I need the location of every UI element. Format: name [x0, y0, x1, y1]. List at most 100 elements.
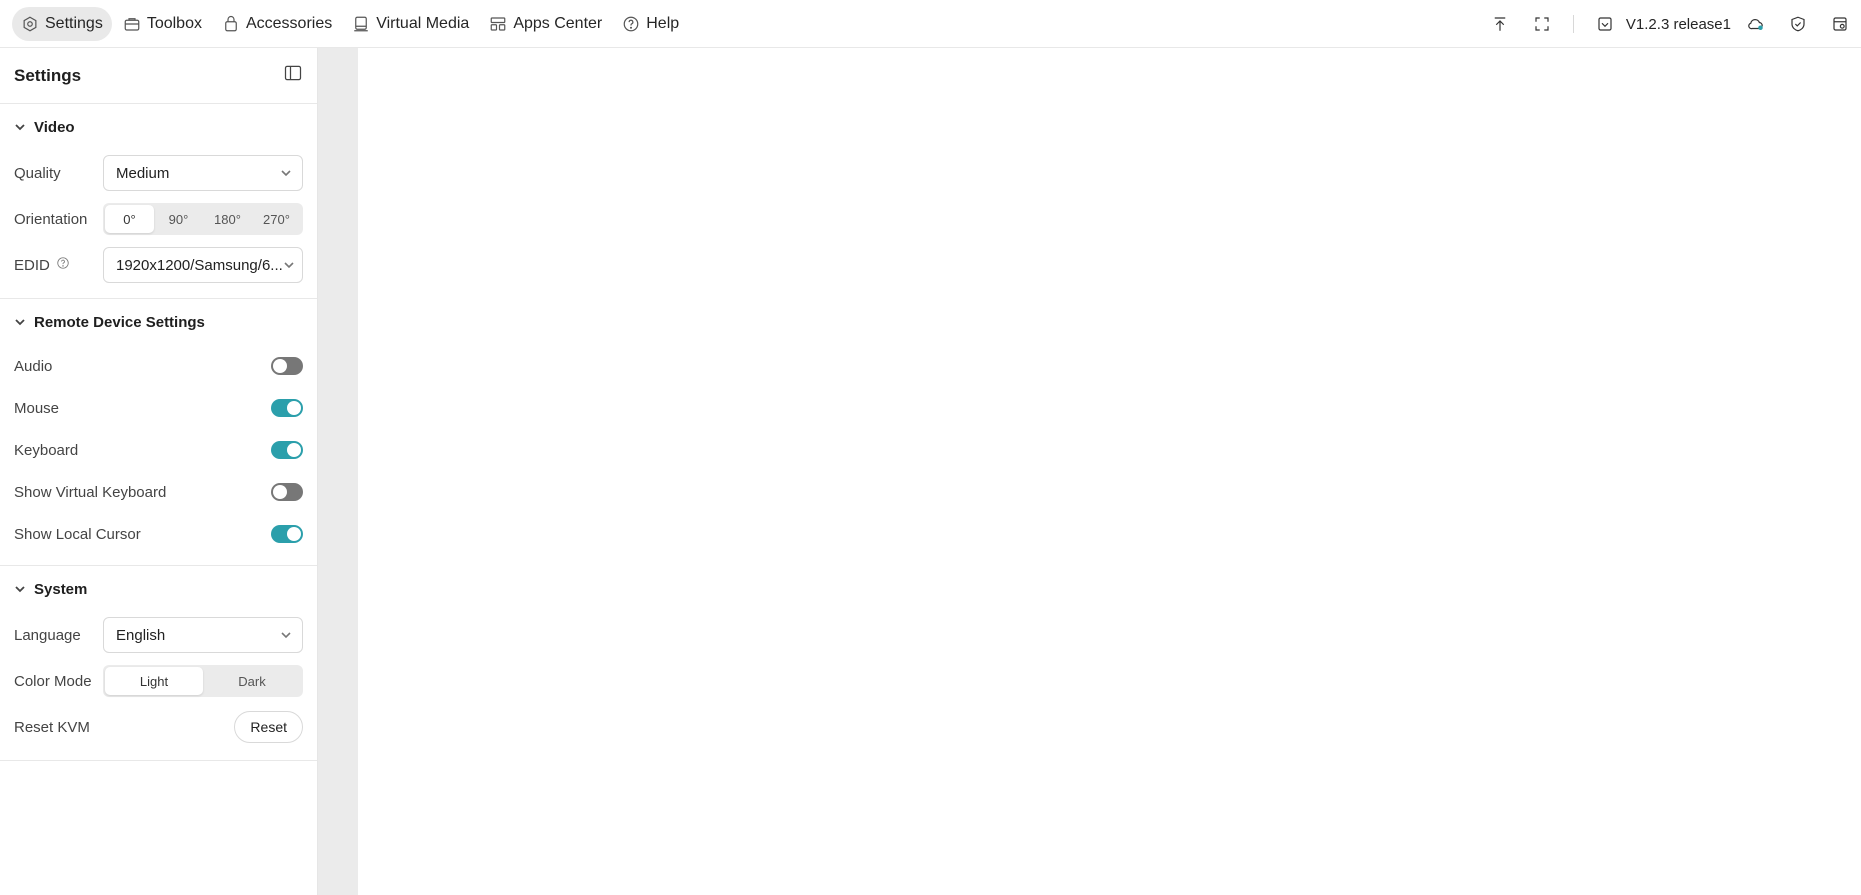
nav-virtual-media-label: Virtual Media [376, 14, 470, 32]
nav-toolbox[interactable]: Toolbox [114, 7, 211, 41]
remote-section-header[interactable]: Remote Device Settings [14, 299, 303, 345]
shield-check-icon [1791, 16, 1805, 32]
system-section: System Language English Color Mode Light… [0, 566, 317, 761]
color-mode-dark[interactable]: Dark [203, 667, 301, 695]
language-row: Language English [14, 612, 303, 658]
top-bar: Settings Toolbox Accessories Virtual Med… [0, 0, 1861, 48]
video-section: Video Quality Medium Orientation 0° 90° … [0, 104, 317, 299]
reset-kvm-label: Reset KVM [14, 718, 90, 736]
sidebar-title: Settings [14, 65, 82, 85]
audio-toggle[interactable] [271, 357, 303, 375]
security-button[interactable] [1777, 0, 1819, 48]
sidebar-collapse-button[interactable] [283, 63, 303, 88]
virtual-keyboard-row: Show Virtual Keyboard [14, 471, 303, 513]
orientation-label: Orientation [14, 210, 88, 228]
language-value: English [116, 626, 166, 644]
nav-accessories[interactable]: Accessories [213, 7, 341, 41]
upload-icon [1494, 17, 1506, 31]
local-cursor-toggle[interactable] [271, 525, 303, 543]
nav-toolbox-label: Toolbox [146, 14, 202, 32]
system-section-title: System [34, 580, 88, 598]
chevron-down-icon [281, 170, 291, 177]
edid-select[interactable]: 1920x1200/Samsung/6... [103, 247, 303, 283]
color-mode-label: Color Mode [14, 672, 92, 690]
nav-virtual-media[interactable]: Virtual Media [343, 7, 478, 41]
fullscreen-button[interactable] [1521, 0, 1563, 48]
keyboard-label: Keyboard [14, 441, 79, 459]
edid-help-button[interactable] [56, 256, 70, 274]
local-cursor-row: Show Local Cursor [14, 513, 303, 555]
version-label: V1.2.3 release1 [1625, 15, 1731, 33]
virtual-media-icon [354, 16, 368, 31]
video-section-title: Video [34, 118, 75, 136]
remote-section-title: Remote Device Settings [34, 313, 205, 331]
cloud-status-button[interactable] [1735, 0, 1777, 48]
chevron-down-icon [281, 632, 291, 639]
mouse-label: Mouse [14, 399, 60, 417]
keyboard-toggle[interactable] [271, 441, 303, 459]
sidebar-header: Settings [0, 48, 317, 104]
quality-select[interactable]: Medium [103, 155, 303, 191]
chevron-down-icon [284, 262, 294, 269]
upload-button[interactable] [1479, 0, 1521, 48]
chevron-down-icon [15, 124, 25, 131]
virtual-keyboard-toggle[interactable] [271, 483, 303, 501]
local-cursor-label: Show Local Cursor [14, 525, 141, 543]
color-mode-segmented-control: Light Dark [103, 665, 303, 697]
edid-value: 1920x1200/Samsung/6... [116, 256, 283, 274]
virtual-keyboard-label: Show Virtual Keyboard [14, 483, 167, 501]
apps-center-icon [490, 16, 506, 31]
chevron-down-icon [15, 586, 25, 593]
question-circle-icon [57, 257, 69, 269]
color-mode-light[interactable]: Light [105, 667, 203, 695]
settings-sidebar: Settings Video Quality Medium Orientatio… [0, 48, 318, 895]
top-nav: Settings Toolbox Accessories Virtual Med… [0, 6, 688, 41]
accessories-icon [225, 15, 237, 31]
notifications-icon [1833, 17, 1847, 31]
orientation-option-0[interactable]: 0° [105, 205, 154, 233]
nav-settings[interactable]: Settings [12, 6, 112, 41]
orientation-option-90[interactable]: 90° [154, 205, 203, 233]
orientation-option-180[interactable]: 180° [203, 205, 252, 233]
audio-row: Audio [14, 345, 303, 387]
edid-row: EDID 1920x1200/Samsung/6... [14, 242, 303, 288]
keyboard-row: Keyboard [14, 429, 303, 471]
edid-label-group: EDID [14, 256, 70, 274]
language-select[interactable]: English [103, 617, 303, 653]
nav-apps-center[interactable]: Apps Center [480, 7, 611, 41]
reset-button[interactable]: Reset [234, 711, 303, 743]
settings-icon [23, 16, 37, 31]
top-right-toolbar: V1.2.3 release1 [1479, 0, 1861, 48]
toolbox-icon [124, 17, 140, 31]
nav-help[interactable]: Help [613, 7, 688, 41]
chevron-down-icon [15, 319, 25, 326]
mouse-toggle[interactable] [271, 399, 303, 417]
nav-apps-center-label: Apps Center [513, 14, 603, 32]
quality-value: Medium [116, 164, 170, 182]
download-check-icon [1598, 17, 1612, 31]
orientation-option-270[interactable]: 270° [252, 205, 301, 233]
panel-left-icon [284, 65, 302, 81]
nav-help-label: Help [646, 14, 680, 32]
nav-settings-label: Settings [45, 14, 103, 32]
fullscreen-icon [1535, 17, 1549, 31]
notifications-button[interactable] [1819, 0, 1861, 48]
orientation-row: Orientation 0° 90° 180° 270° [14, 196, 303, 242]
help-icon [623, 16, 639, 31]
language-label: Language [14, 626, 81, 644]
toolbar-divider [1572, 15, 1574, 33]
download-check-button[interactable] [1584, 0, 1626, 48]
quality-row: Quality Medium [14, 150, 303, 196]
mouse-row: Mouse [14, 387, 303, 429]
color-mode-row: Color Mode Light Dark [14, 658, 303, 704]
video-section-header[interactable]: Video [14, 104, 303, 150]
system-section-header[interactable]: System [14, 566, 303, 612]
cloud-status-icon [1748, 19, 1763, 30]
edid-label: EDID [14, 256, 50, 274]
orientation-segmented-control: 0° 90° 180° 270° [103, 203, 303, 235]
nav-accessories-label: Accessories [245, 14, 333, 32]
quality-label: Quality [14, 164, 61, 182]
remote-device-section: Remote Device Settings Audio Mouse Keybo… [0, 299, 317, 566]
remote-screen-canvas[interactable] [358, 48, 1861, 895]
audio-label: Audio [14, 357, 53, 375]
